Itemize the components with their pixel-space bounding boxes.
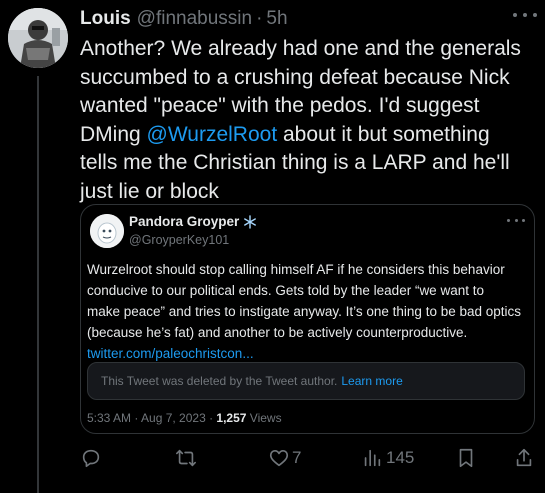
text-segment: DMing xyxy=(80,122,147,146)
quoted-tweet-card[interactable]: Pandora Groyper @GroyperKey101 Wurzelroo… xyxy=(80,204,535,434)
quoted-link[interactable]: twitter.com/paleochristcon... xyxy=(87,346,254,361)
share-icon xyxy=(516,448,532,467)
quoted-author-avatar[interactable] xyxy=(90,214,124,248)
tweet-action-bar: 7 145 xyxy=(80,444,540,472)
more-options-icon[interactable] xyxy=(513,7,537,23)
snowflake-icon xyxy=(244,214,257,229)
quoted-author-handle[interactable]: @GroyperKey101 xyxy=(129,233,229,247)
retweet-button[interactable] xyxy=(174,444,198,472)
tweet-text: Another? We already had one and the gene… xyxy=(80,35,535,206)
author-avatar[interactable] xyxy=(8,8,68,68)
quoted-author-name[interactable]: Pandora Groyper xyxy=(129,214,239,229)
thread-line xyxy=(37,76,39,493)
deleted-tweet-notice: This Tweet was deleted by the Tweet auth… xyxy=(87,362,525,400)
quoted-avatar-image xyxy=(90,214,124,248)
tweet-text-line: Another? We already had one and the gene… xyxy=(80,37,521,60)
heart-icon xyxy=(269,450,289,467)
quoted-views-count: 1,257 xyxy=(216,411,247,425)
tweet-text-line: wanted "peace" with the pedos. I'd sugge… xyxy=(80,94,480,117)
learn-more-link[interactable]: Learn more xyxy=(341,374,402,388)
like-count: 7 xyxy=(292,448,302,467)
views-button[interactable]: 145 xyxy=(362,444,414,472)
quoted-text-line: (because he’s fat) and another to be act… xyxy=(87,325,468,340)
mention-link[interactable]: @WurzelRoot xyxy=(147,123,278,146)
quoted-text-line: Wurzelroot should stop calling himself A… xyxy=(87,262,505,277)
quoted-views-label: Views xyxy=(246,411,282,425)
quoted-author-name-row: Pandora Groyper xyxy=(129,214,257,229)
like-button[interactable]: 7 xyxy=(268,444,301,472)
quoted-text-line: conducive to our political ends. Gets to… xyxy=(87,283,484,298)
reply-button[interactable] xyxy=(80,444,102,472)
text-segment: about it but something xyxy=(277,122,490,146)
quoted-tweet-meta: 5:33 AM · Aug 7, 2023 · 1,257 Views xyxy=(87,411,282,425)
deleted-notice-text: This Tweet was deleted by the Tweet auth… xyxy=(101,374,338,388)
tweet-text-line: DMing @WurzelRoot about it but something xyxy=(80,121,535,150)
bookmark-icon xyxy=(459,448,473,468)
author-name[interactable]: Louis xyxy=(80,8,131,30)
tweet-time[interactable]: 5h xyxy=(266,8,287,30)
bookmark-button[interactable] xyxy=(456,444,476,472)
quoted-more-options-icon[interactable] xyxy=(507,215,525,225)
quoted-timestamp[interactable]: 5:33 AM · Aug 7, 2023 · xyxy=(87,411,216,425)
views-count: 145 xyxy=(386,448,415,467)
tweet-text-line: succumbed to a crushing defeat because N… xyxy=(80,65,510,89)
retweet-icon xyxy=(176,449,196,467)
avatar-image xyxy=(8,8,68,68)
tweet-text-line: just lie or block xyxy=(80,179,219,203)
reply-icon xyxy=(82,449,100,468)
quoted-text-line: make peace” and tries to instigate anywa… xyxy=(87,304,522,319)
analytics-icon xyxy=(364,449,381,467)
tweet-text-line: tells me the Christian thing is a LARP a… xyxy=(80,151,510,174)
author-handle[interactable]: @finnabussin xyxy=(137,8,252,30)
tweet-header: Louis @finnabussin · 5h xyxy=(80,6,535,32)
quoted-tweet-text: Wurzelroot should stop calling himself A… xyxy=(87,259,525,364)
header-separator: · xyxy=(256,8,263,29)
share-button[interactable] xyxy=(514,444,534,472)
